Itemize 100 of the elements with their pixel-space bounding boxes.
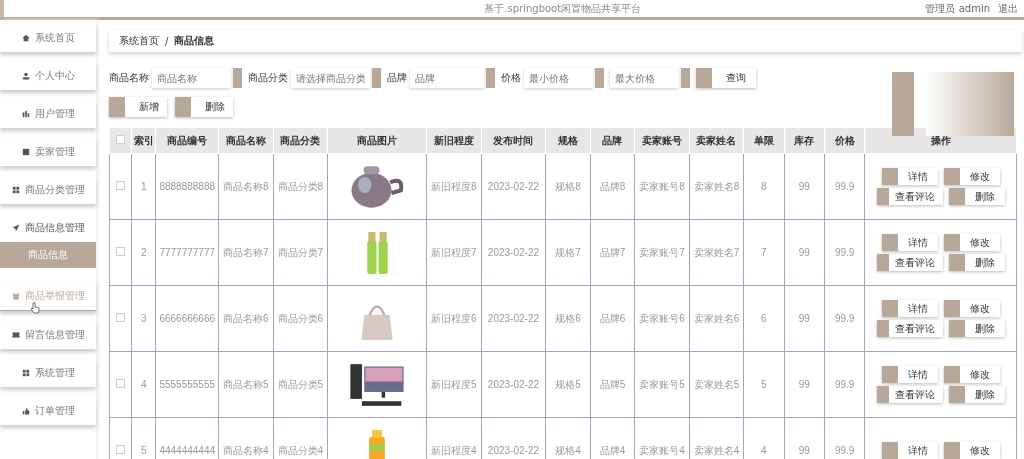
breadcrumb-item[interactable]: 系统首页	[119, 34, 159, 48]
computer-drawing	[349, 362, 406, 407]
table-cell: 卖家姓名8	[689, 153, 744, 220]
table-cell: 99.9	[824, 351, 865, 418]
checkbox[interactable]	[116, 181, 126, 190]
table-cell: 商品分类6	[273, 285, 328, 352]
dropdown-handle[interactable]	[231, 68, 242, 88]
breadcrumb-item[interactable]: 商品信息	[174, 34, 215, 48]
dropdown-handle[interactable]	[484, 68, 495, 88]
table-cell: 新旧程度5	[426, 351, 482, 418]
checkbox[interactable]	[116, 135, 126, 144]
delete-button[interactable]: 删除	[175, 97, 233, 117]
column-header: 发布时间	[481, 127, 546, 154]
site-title: 基于.springboot闲置物品共享平台	[483, 1, 643, 16]
table-cell: 6	[743, 285, 785, 352]
table-cell: 品牌5	[590, 351, 635, 418]
add-button[interactable]: 新增	[109, 97, 167, 117]
field-label: 商品分类	[248, 71, 288, 85]
input-field[interactable]: 最大价格	[610, 68, 679, 88]
menu-item[interactable]: 商品信息管理	[0, 214, 96, 242]
table-cell: 商品分类8	[273, 153, 328, 220]
edit-button[interactable]: 修改	[943, 300, 1000, 317]
menu-item[interactable]: 用户管理	[0, 100, 96, 128]
table-cell: 5555555555	[155, 351, 219, 418]
table-cell: 6666666666	[155, 285, 219, 352]
table-cell: 商品分类5	[273, 351, 328, 418]
view-comments-button[interactable]: 查看评论	[876, 254, 943, 271]
table-cell: 99	[784, 285, 825, 352]
column-header: 价格	[824, 127, 865, 154]
table-cell: 99.9	[824, 285, 865, 352]
detail-button[interactable]: 详情	[881, 442, 938, 459]
checkbox[interactable]	[116, 247, 126, 256]
table-cell: 规格7	[545, 219, 591, 286]
table-cell: 卖家姓名7	[689, 219, 744, 286]
grid-icon	[21, 369, 30, 377]
clip-icon	[11, 292, 20, 300]
menu-item[interactable]: 个人中心	[0, 62, 96, 90]
delete-button[interactable]: 删除	[948, 386, 1005, 403]
input-field[interactable]: 请选择商品分类	[291, 68, 370, 88]
table-cell: 商品名称7	[218, 219, 274, 286]
detail-button[interactable]: 详情	[881, 234, 938, 251]
menu-item[interactable]: 商品分类管理	[0, 176, 96, 204]
column-header: 规格	[545, 127, 591, 154]
edit-button[interactable]: 修改	[943, 234, 1000, 251]
edit-button[interactable]: 修改	[943, 168, 1000, 185]
checkbox[interactable]	[116, 445, 126, 454]
checkbox[interactable]	[116, 379, 126, 388]
table-cell: 品牌6	[590, 285, 635, 352]
column-header: 商品名称	[218, 127, 274, 154]
table-cell: 2023-02-22	[481, 219, 546, 286]
decoration-block	[892, 72, 914, 136]
column-header: 商品图片	[327, 127, 427, 154]
detail-button[interactable]: 详情	[881, 366, 938, 383]
table-cell: 商品名称8	[218, 153, 274, 220]
table-cell: 规格6	[545, 285, 591, 352]
input-field[interactable]: 品牌	[410, 68, 484, 88]
checkbox[interactable]	[116, 313, 126, 322]
logout-link[interactable]: 退出	[998, 1, 1018, 16]
menu-item[interactable]: 系统首页	[0, 24, 96, 52]
detail-button[interactable]: 详情	[881, 168, 938, 185]
input-field[interactable]: 商品名称	[152, 68, 231, 88]
dropdown-handle[interactable]	[370, 68, 381, 88]
bottles-drawing	[365, 230, 389, 275]
detail-button[interactable]: 详情	[881, 300, 938, 317]
column-header: 商品编号	[155, 127, 219, 154]
user-label: 管理员 admin	[925, 1, 990, 16]
table-cell: 99.9	[824, 153, 865, 220]
view-comments-button[interactable]: 查看评论	[876, 386, 943, 403]
menu-item[interactable]: 订单管理	[0, 397, 96, 425]
menu-item[interactable]: 系统管理	[0, 359, 96, 387]
delete-button[interactable]: 删除	[948, 254, 1005, 271]
view-comments-button[interactable]: 查看评论	[876, 320, 943, 337]
column-header: 品牌	[590, 127, 635, 154]
dropdown-handle[interactable]	[593, 68, 604, 88]
thumb-icon	[21, 407, 30, 415]
pointer-cursor-icon	[30, 302, 40, 314]
home-icon	[21, 34, 30, 42]
search-button[interactable]: 查询	[696, 68, 756, 88]
delete-button[interactable]: 删除	[948, 320, 1005, 337]
table-cell: 卖家账号8	[634, 153, 690, 220]
input-field[interactable]: 最小价格	[524, 68, 593, 88]
dropdown-handle[interactable]	[679, 68, 690, 88]
table-cell: 品牌8	[590, 153, 635, 220]
table-cell: 1	[131, 153, 156, 220]
field-label: 品牌	[387, 71, 407, 85]
table-cell: 7777777777	[155, 219, 219, 286]
delete-button[interactable]: 删除	[948, 188, 1005, 205]
table-cell: 卖家账号6	[634, 285, 690, 352]
table-cell: 8888888888	[155, 153, 219, 220]
table-cell: 卖家账号7	[634, 219, 690, 286]
column-header: 索引	[131, 127, 156, 154]
view-comments-button[interactable]: 查看评论	[876, 188, 943, 205]
menu-item[interactable]: 留言信息管理	[0, 321, 96, 349]
edit-button[interactable]: 修改	[943, 442, 1000, 459]
table-cell: 规格5	[545, 351, 591, 418]
card-icon	[21, 148, 30, 156]
table-cell: 8	[743, 153, 785, 220]
menu-item[interactable]: 卖家管理	[0, 138, 96, 166]
edit-button[interactable]: 修改	[943, 366, 1000, 383]
table-cell: 99	[784, 153, 825, 220]
